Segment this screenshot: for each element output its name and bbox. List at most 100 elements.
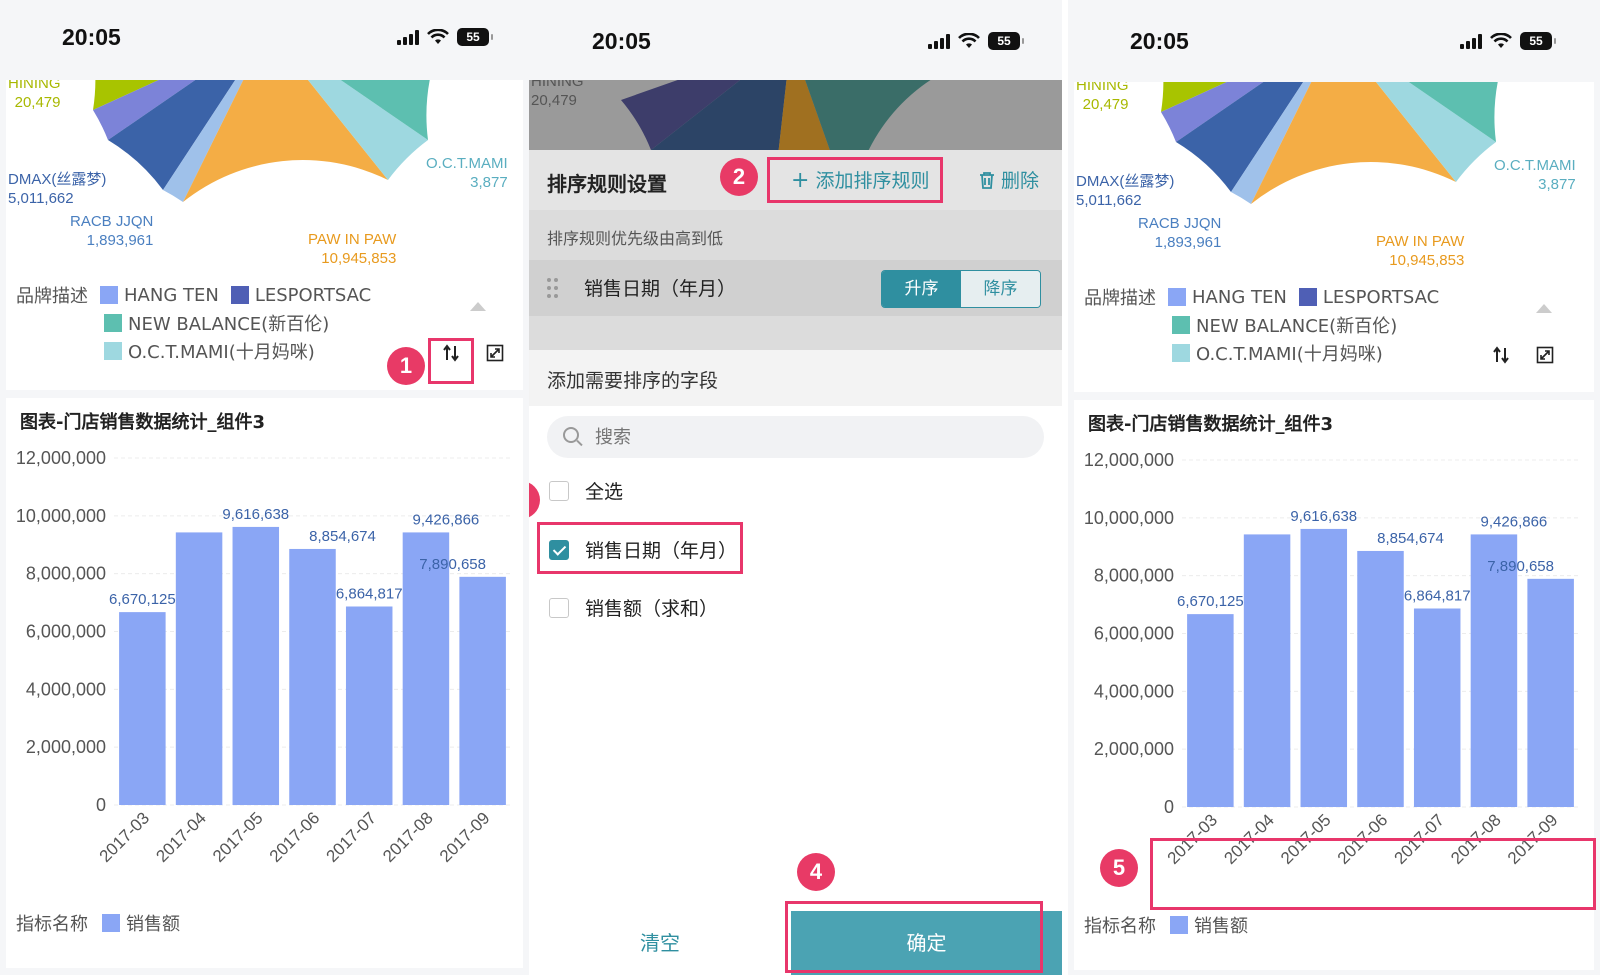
data-label: 9,426,866 [1481, 513, 1548, 530]
pie-label-hining: HINING 20,479 [8, 80, 61, 111]
signal-icon [928, 33, 950, 49]
battery-icon: 55 [457, 28, 493, 46]
legend-swatch [104, 314, 122, 332]
field-option-select-all[interactable]: 全选 [549, 477, 623, 504]
y-tick-label: 2,000,000 [26, 737, 106, 757]
bar-legend: 指标名称 销售额 [1084, 912, 1248, 938]
status-time: 20:05 [592, 28, 651, 54]
bar[interactable] [345, 606, 393, 805]
legend-item[interactable]: NEW BALANCE(新百伦) [128, 310, 329, 336]
bar[interactable] [289, 548, 336, 805]
pie-label-paw: PAW IN PAW 10,945,853 [308, 231, 397, 267]
legend-title: 品牌描述 [1084, 288, 1156, 309]
drag-handle-icon[interactable] [547, 276, 559, 300]
chart-title: 图表-门店销售数据统计_组件3 [20, 412, 265, 433]
checkbox[interactable] [549, 480, 569, 501]
legend-item[interactable]: HANG TEN [1192, 287, 1287, 308]
bar[interactable] [1300, 528, 1348, 807]
y-tick-label: 10,000,000 [16, 506, 106, 526]
battery-icon: 55 [1520, 32, 1556, 50]
expand-icon [486, 344, 504, 362]
bar[interactable] [119, 612, 166, 805]
wifi-icon [958, 33, 980, 48]
wifi-icon [427, 29, 449, 44]
pie-label-oct: O.C.T.MAMI 3,877 [426, 155, 508, 191]
y-tick-label: 6,000,000 [26, 622, 106, 642]
pie-legend-row-2: NEW BALANCE(新百伦) [1172, 312, 1397, 338]
phone-screen-3: 20:05 55 HINING 20,479 DMAX(丝露梦) 5,011,662… [1068, 0, 1600, 975]
phone-screen-2: 20:05 55 HINING 20,479 排序规则设置 + 添加排序规则 删除 … [529, 0, 1062, 975]
data-label: 6,670,125 [1177, 593, 1244, 610]
legend-item[interactable]: HANG TEN [124, 285, 219, 306]
pie-label-racb: RACB JJQN 1,893,961 [1138, 215, 1222, 251]
data-label: 6,864,817 [1404, 587, 1471, 604]
expand-button[interactable] [1530, 340, 1560, 370]
sort-rule-name: 销售日期（年月） [584, 278, 737, 300]
bar[interactable] [1413, 608, 1461, 807]
field-picker-header: 添加需要排序的字段 [529, 350, 1062, 406]
dimmed-pie [621, 80, 931, 150]
scroll-up-icon[interactable] [470, 302, 486, 311]
bar-chart: 0 2,000,000 4,000,000 6,000,000 8,000,000 10,… [16, 448, 511, 866]
legend-title: 指标名称 [16, 914, 88, 935]
x-tick-label: 2017-03 [96, 808, 154, 866]
sort-order-toggle: 升序 降序 [881, 270, 1041, 308]
phone-screen-1: 20:05 55 HINING 20,479 DMAX(丝露梦) 5,011,662… [0, 0, 529, 975]
x-tick-label: 2017-08 [379, 808, 437, 866]
y-tick-label: 2,000,000 [1094, 739, 1174, 759]
field-picker: 添加需要排序的字段 全选 销售日期（年月） 销售额（求和） 清空 确定 [529, 350, 1062, 975]
bar[interactable] [402, 532, 450, 805]
status-icons: 55 [397, 28, 493, 46]
bar[interactable] [1187, 614, 1234, 807]
highlight-add-rule [767, 157, 943, 203]
descending-button[interactable]: 降序 [961, 271, 1040, 307]
legend-item[interactable]: O.C.T.MAMI(十月妈咪) [1196, 340, 1383, 366]
bar[interactable] [175, 532, 223, 805]
highlight-sales-date-option [537, 522, 743, 574]
pie-legend-row-1: 品牌描述 HANG TEN LESPORTSAC [16, 282, 371, 308]
pie-label-oct: O.C.T.MAMI 3,877 [1494, 157, 1576, 193]
legend-item[interactable]: LESPORTSAC [255, 285, 371, 306]
y-tick-label: 6,000,000 [1094, 624, 1174, 644]
field-option-sales-amount[interactable]: 销售额（求和） [549, 594, 718, 621]
sort-arrows-icon [1493, 346, 1509, 364]
battery-icon: 55 [988, 32, 1024, 50]
legend-item[interactable]: 销售额 [126, 910, 180, 936]
bar[interactable] [1470, 534, 1518, 807]
legend-item[interactable]: NEW BALANCE(新百伦) [1196, 312, 1397, 338]
field-search-box[interactable] [547, 416, 1044, 458]
bar[interactable] [459, 576, 506, 805]
bar-chart: 0 2,000,000 4,000,000 6,000,000 8,000,000 10,… [1084, 450, 1579, 868]
expand-button[interactable] [480, 338, 510, 368]
y-tick-label: 12,000,000 [16, 448, 106, 468]
legend-item[interactable]: 销售额 [1194, 912, 1248, 938]
bar[interactable] [1527, 578, 1574, 807]
legend-swatch [102, 914, 120, 932]
scroll-up-icon[interactable] [1536, 304, 1552, 313]
legend-item[interactable]: O.C.T.MAMI(十月妈咪) [128, 338, 315, 364]
search-icon [563, 427, 579, 443]
legend-item[interactable]: LESPORTSAC [1323, 287, 1439, 308]
bar[interactable] [232, 526, 280, 805]
pie-label-racb: RACB JJQN 1,893,961 [70, 213, 154, 249]
status-icons: 55 [1460, 32, 1556, 50]
pie-label-hining: HINING 20,479 [1076, 82, 1129, 113]
ascending-button[interactable]: 升序 [882, 271, 961, 307]
status-bar: 20:05 55 [1068, 0, 1600, 80]
bar[interactable] [1243, 534, 1291, 807]
clear-button[interactable]: 清空 [529, 911, 791, 975]
chart-title: 图表-门店销售数据统计_组件3 [1088, 414, 1333, 435]
dimmed-background[interactable]: HINING 20,479 [529, 80, 1062, 150]
checkbox[interactable] [549, 597, 569, 618]
y-tick-label: 0 [1164, 797, 1174, 817]
legend-swatch [1172, 316, 1190, 334]
bar[interactable] [1357, 550, 1404, 807]
y-tick-label: 0 [96, 795, 106, 815]
search-input[interactable] [595, 416, 995, 458]
data-label: 7,890,658 [419, 556, 486, 573]
legend-title: 品牌描述 [16, 286, 88, 307]
y-tick-label: 4,000,000 [1094, 681, 1174, 701]
pie-legend-row-3: O.C.T.MAMI(十月妈咪) [1172, 340, 1383, 366]
sort-button[interactable] [1486, 340, 1516, 370]
delete-rule-button[interactable]: 删除 [979, 166, 1039, 193]
